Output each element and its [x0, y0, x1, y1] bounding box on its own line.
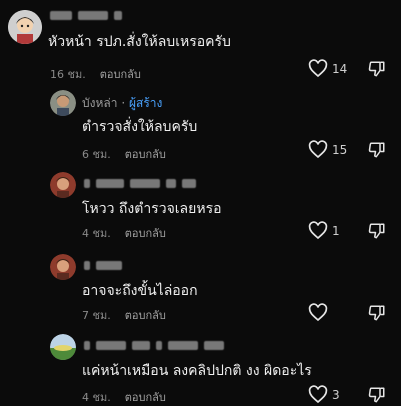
comment-item: บังหล่า · ผู้สร้าง ตำรวจสั่งให้ลบครับ 6 … — [0, 88, 401, 166]
creator-name: บังหล่า — [82, 96, 118, 110]
blurred-username — [50, 11, 72, 20]
comment-text: ตำรวจสั่งให้ลบครับ — [82, 119, 198, 135]
thumbs-down-icon — [368, 60, 386, 78]
heart-outline-icon — [308, 140, 328, 159]
reply-button[interactable]: ตอบกลับ — [125, 148, 166, 161]
dislike-button[interactable] — [368, 141, 386, 159]
username[interactable] — [84, 176, 202, 190]
avatar[interactable] — [50, 334, 76, 360]
reply-button[interactable]: ตอบกลับ — [125, 227, 166, 240]
separator: · — [121, 96, 126, 110]
comment-meta: 7 ชม. ตอบกลับ — [82, 306, 166, 324]
comment-text: แค่หน้าเหมือน ลงคลิปปกติ งง ผิดอะไร — [82, 363, 312, 379]
like-button[interactable]: 14 — [308, 59, 347, 78]
avatar[interactable] — [50, 90, 76, 116]
reply-button[interactable]: ตอบกลับ — [100, 68, 141, 81]
comment-time: 16 ชม. — [50, 68, 86, 81]
blurred-username — [96, 261, 122, 270]
username[interactable] — [84, 258, 128, 272]
comment-time: 6 ชม. — [82, 148, 111, 161]
blurred-username — [96, 341, 126, 350]
blurred-username — [96, 179, 124, 188]
comment-item: โหวว ถึงตำรวจเลยหรอ 4 ชม. ตอบกลับ 1 — [0, 166, 401, 248]
comment-item: หัวหน้า รปภ.สั่งให้ลบเหรอครับ 16 ชม. ตอบก… — [0, 0, 401, 88]
comment-item: แค่หน้าเหมือน ลงคลิปปกติ งง ผิดอะไร 4 ชม… — [0, 326, 401, 405]
reply-button[interactable]: ตอบกลับ — [125, 391, 166, 404]
username[interactable] — [50, 8, 128, 22]
like-button[interactable]: 1 — [308, 221, 340, 240]
dislike-button[interactable] — [368, 386, 386, 404]
blurred-username — [156, 341, 162, 350]
blurred-username — [204, 341, 224, 350]
blurred-username — [168, 341, 198, 350]
blurred-username — [84, 341, 90, 350]
avatar[interactable] — [8, 10, 42, 44]
blurred-username — [130, 179, 160, 188]
avatar[interactable] — [50, 254, 76, 280]
comment-meta: 4 ชม. ตอบกลับ — [82, 388, 166, 406]
comment-meta: 4 ชม. ตอบกลับ — [82, 224, 166, 242]
blurred-username — [78, 11, 108, 20]
heart-outline-icon — [308, 303, 328, 322]
comment-text: อาจจะถึงขั้นไล่ออก — [82, 283, 198, 299]
thumbs-down-icon — [368, 222, 386, 240]
like-count: 3 — [332, 387, 340, 402]
heart-outline-icon — [308, 59, 328, 78]
creator-badge: ผู้สร้าง — [128, 96, 163, 110]
like-count: 1 — [332, 223, 340, 238]
comment-meta: 6 ชม. ตอบกลับ — [82, 145, 166, 163]
comment-text: หัวหน้า รปภ.สั่งให้ลบเหรอครับ — [48, 34, 231, 50]
comment-time: 4 ชม. — [82, 227, 111, 240]
comment-text: โหวว ถึงตำรวจเลยหรอ — [82, 201, 222, 217]
blurred-username — [84, 261, 90, 270]
blurred-username — [132, 341, 150, 350]
thumbs-down-icon — [368, 141, 386, 159]
like-count: 15 — [332, 142, 348, 157]
dislike-button[interactable] — [368, 222, 386, 240]
dislike-button[interactable] — [368, 60, 386, 78]
avatar[interactable] — [50, 172, 76, 198]
blurred-username — [182, 179, 196, 188]
thumbs-down-icon — [368, 304, 386, 322]
like-count: 14 — [332, 61, 348, 76]
blurred-username — [166, 179, 176, 188]
like-button[interactable] — [308, 303, 332, 322]
username[interactable] — [84, 338, 230, 352]
like-button[interactable]: 15 — [308, 140, 347, 159]
heart-outline-icon — [308, 385, 328, 404]
dislike-button[interactable] — [368, 304, 386, 322]
comment-time: 7 ชม. — [82, 309, 111, 322]
blurred-username — [114, 11, 122, 20]
comment-item: อาจจะถึงขั้นไล่ออก 7 ชม. ตอบกลับ — [0, 248, 401, 326]
reply-button[interactable]: ตอบกลับ — [125, 309, 166, 322]
username[interactable]: บังหล่า · ผู้สร้าง — [82, 94, 162, 113]
blurred-username — [84, 179, 90, 188]
thumbs-down-icon — [368, 386, 386, 404]
comment-meta: 16 ชม. ตอบกลับ — [50, 65, 141, 83]
heart-outline-icon — [308, 221, 328, 240]
comment-time: 4 ชม. — [82, 391, 111, 404]
like-button[interactable]: 3 — [308, 385, 340, 404]
